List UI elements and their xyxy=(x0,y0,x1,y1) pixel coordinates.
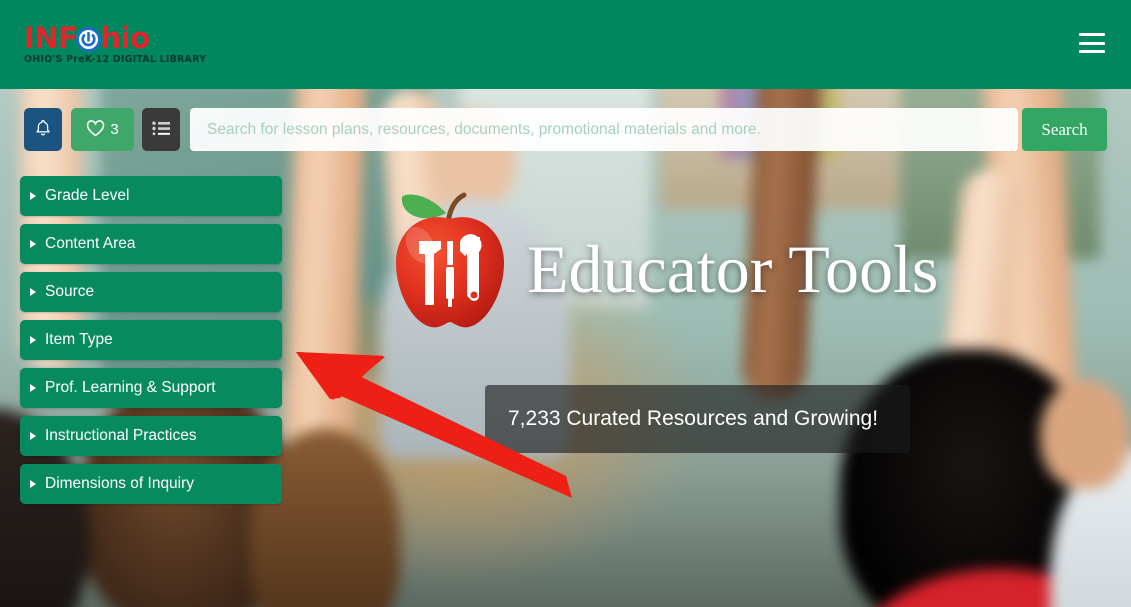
facet-sidebar: Grade Level Content Area Source Item Typ… xyxy=(20,176,282,512)
list-icon xyxy=(151,121,171,139)
favorites-button[interactable]: 3 xyxy=(71,108,134,151)
curated-resources-banner: 7,233 Curated Resources and Growing! xyxy=(485,385,910,453)
facet-prof-learning-support[interactable]: Prof. Learning & Support xyxy=(20,368,282,408)
facet-source[interactable]: Source xyxy=(20,272,282,312)
page-root: Educator Tools 7,233 Curated Resources a… xyxy=(0,0,1131,607)
facet-dimensions-of-inquiry[interactable]: Dimensions of Inquiry xyxy=(20,464,282,504)
chevron-right-icon xyxy=(30,192,36,200)
power-icon xyxy=(76,27,102,52)
facet-item-type[interactable]: Item Type xyxy=(20,320,282,360)
facet-label: Content Area xyxy=(45,235,136,252)
my-lists-button[interactable] xyxy=(142,108,180,151)
apple-with-tools-icon xyxy=(390,185,510,335)
chevron-right-icon xyxy=(30,288,36,296)
chevron-right-icon xyxy=(30,384,36,392)
facet-grade-level[interactable]: Grade Level xyxy=(20,176,282,216)
facet-label: Item Type xyxy=(45,331,113,348)
logo-wordmark: INF hio xyxy=(24,23,224,53)
facet-content-area[interactable]: Content Area xyxy=(20,224,282,264)
chevron-right-icon xyxy=(30,432,36,440)
hamburger-menu-icon[interactable] xyxy=(1079,33,1105,53)
search-input[interactable] xyxy=(190,108,1018,151)
infohio-logo[interactable]: INF hio OHIO'S PreK-12 DIGITAL LIBRARY xyxy=(24,23,224,69)
facet-label: Grade Level xyxy=(45,187,130,204)
page-title: Educator Tools xyxy=(527,231,939,307)
bell-icon xyxy=(35,119,51,140)
facet-label: Instructional Practices xyxy=(45,427,197,444)
chevron-right-icon xyxy=(30,480,36,488)
search-button[interactable]: Search xyxy=(1022,108,1107,151)
notifications-button[interactable] xyxy=(24,108,62,151)
search-toolbar: 3 Search xyxy=(0,108,1131,152)
facet-label: Source xyxy=(45,283,95,300)
heart-icon xyxy=(86,119,105,140)
favorites-count: 3 xyxy=(110,121,119,138)
curated-resources-count-text: 7,233 Curated Resources and Growing! xyxy=(508,407,879,430)
logo-tagline: OHIO'S PreK-12 DIGITAL LIBRARY xyxy=(24,54,207,65)
chevron-right-icon xyxy=(30,336,36,344)
logo-text-pre: INF xyxy=(24,21,78,55)
chevron-right-icon xyxy=(30,240,36,248)
site-header: INF hio OHIO'S PreK-12 DIGITAL LIBRARY xyxy=(0,0,1131,89)
facet-label: Prof. Learning & Support xyxy=(45,379,216,396)
facet-label: Dimensions of Inquiry xyxy=(45,475,195,492)
logo-text-post: hio xyxy=(100,21,150,55)
facet-instructional-practices[interactable]: Instructional Practices xyxy=(20,416,282,456)
